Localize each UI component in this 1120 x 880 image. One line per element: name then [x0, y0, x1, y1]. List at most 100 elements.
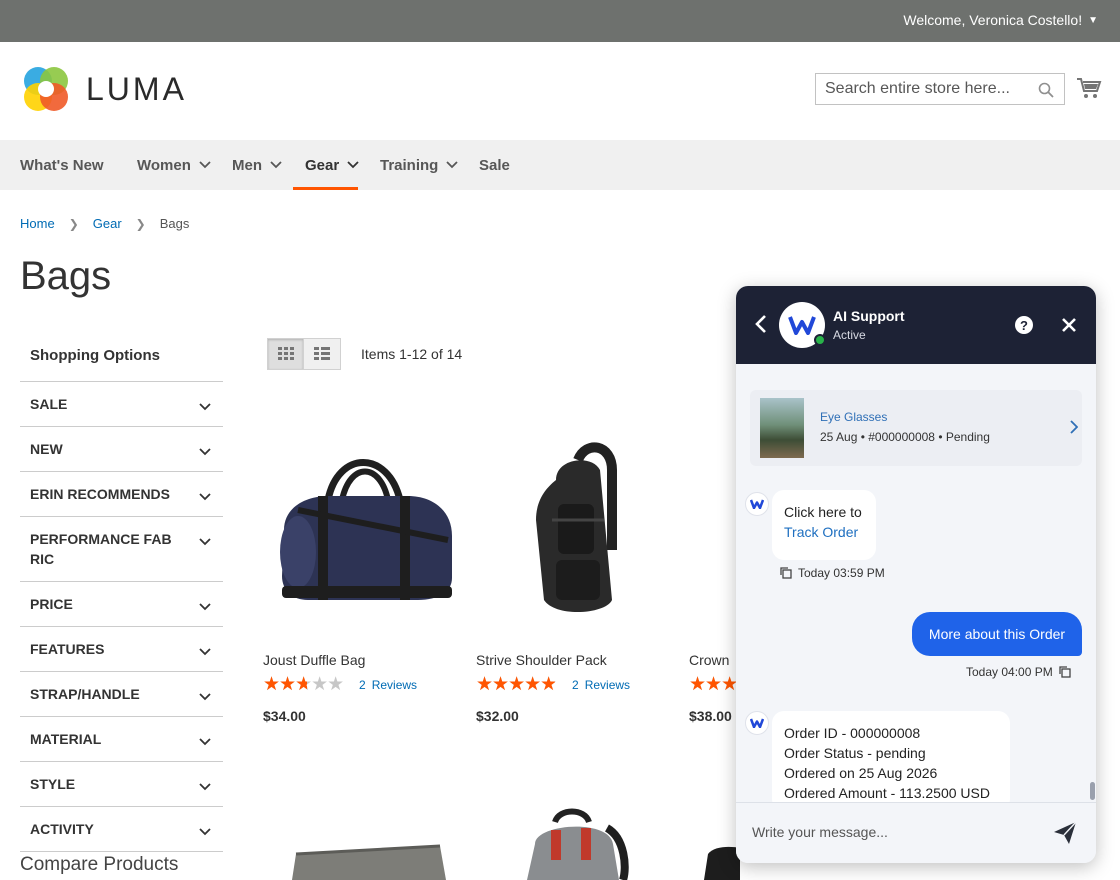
copy-icon[interactable] — [780, 567, 792, 579]
chevron-right-icon: ❯ — [135, 216, 146, 231]
rating-stars: ★★★★★ ★★★★★ — [263, 675, 351, 694]
timestamp-text: Today 03:59 PM — [798, 566, 885, 580]
product-item[interactable]: Joust Duffle Bag ★★★★★ ★★★★★ 2 Reviews $3… — [263, 410, 463, 724]
copy-icon[interactable] — [1059, 666, 1071, 678]
chat-messages[interactable]: Eye Glasses 25 Aug • #000000008 • Pendin… — [736, 364, 1096, 811]
nav-active-indicator — [293, 187, 358, 190]
shoulder-pack-image — [536, 442, 617, 613]
nav-item-men[interactable]: Men — [232, 140, 282, 190]
timestamp-text: Today 04:00 PM — [966, 665, 1053, 679]
message-input[interactable] — [752, 819, 1032, 845]
product-item[interactable]: Strive Shoulder Pack ★★★★★ ★★★★★ 2 Review… — [476, 410, 676, 724]
order-product-name[interactable]: Eye Glasses — [820, 410, 887, 424]
filter-label: ERIN RECOMMENDS — [30, 486, 171, 502]
filter-sale[interactable]: SALE — [20, 382, 223, 427]
chevron-right-icon[interactable] — [1070, 420, 1078, 434]
filter-label: ACTIVITY — [30, 821, 94, 837]
product-rating: ★★★★★ ★★★★★ 2 Reviews — [263, 675, 463, 694]
nav-label: Training — [380, 156, 439, 174]
chevron-down-icon — [347, 161, 359, 169]
logo[interactable]: LUMA — [20, 63, 187, 115]
message-timestamp: Today 04:00 PM — [966, 665, 1071, 679]
order-card[interactable]: Eye Glasses 25 Aug • #000000008 • Pendin… — [750, 390, 1082, 466]
scrollbar[interactable] — [1090, 782, 1095, 800]
main-nav: What's New Women Men Gear Training Sale — [0, 140, 1120, 190]
product-rating: ★★★★★ ★★★★★ 2 Reviews — [476, 675, 676, 694]
reviews-link[interactable]: 2 Reviews — [359, 678, 417, 692]
list-view-button[interactable] — [304, 338, 341, 370]
breadcrumb-current: Bags — [159, 216, 190, 231]
chevron-down-icon — [199, 688, 211, 704]
nav-item-gear[interactable]: Gear — [305, 140, 359, 190]
view-mode-switcher — [267, 338, 341, 370]
breadcrumb-gear[interactable]: Gear — [93, 216, 122, 231]
product-image[interactable] — [263, 410, 463, 640]
close-icon[interactable] — [1060, 316, 1078, 334]
send-icon[interactable] — [1052, 820, 1078, 846]
cart-icon[interactable] — [1076, 76, 1102, 100]
search-icon[interactable] — [1038, 82, 1054, 98]
chevron-down-icon — [199, 823, 211, 839]
chevron-down-icon — [199, 161, 211, 169]
nav-item-training[interactable]: Training — [380, 140, 458, 190]
filter-label: NEW — [30, 441, 63, 457]
page-title: Bags — [20, 254, 112, 298]
filter-features[interactable]: FEATURES — [20, 627, 223, 672]
reviews-link[interactable]: 2 Reviews — [572, 678, 630, 692]
chevron-down-icon — [199, 488, 211, 504]
items-count: Items 1-12 of 14 — [361, 346, 463, 362]
order-meta: 25 Aug • #000000008 • Pending — [820, 430, 990, 444]
back-arrow-icon[interactable] — [754, 314, 768, 334]
filter-style[interactable]: STYLE — [20, 762, 223, 807]
duffle-bag-image — [280, 459, 452, 600]
nav-label: Men — [232, 156, 262, 174]
online-status-dot — [814, 334, 826, 346]
stars-filled-icon: ★★★★★ — [263, 676, 307, 694]
chevron-down-icon: ▼ — [1088, 14, 1098, 26]
filter-material[interactable]: MATERIAL — [20, 717, 223, 762]
filter-erin-recommends[interactable]: ERIN RECOMMENDS — [20, 472, 223, 517]
sidebar: Shopping Options SALE NEW ERIN RECOMMEND… — [20, 338, 223, 852]
support-logo-icon — [750, 718, 764, 728]
chevron-down-icon — [199, 778, 211, 794]
messenger-bag-image[interactable] — [290, 840, 450, 880]
track-order-link[interactable]: Track Order — [784, 522, 864, 542]
product-name[interactable]: Strive Shoulder Pack — [476, 652, 676, 668]
chevron-down-icon — [199, 598, 211, 614]
message-text: Ordered on 25 Aug 2026 — [784, 765, 938, 781]
chevron-down-icon — [199, 643, 211, 659]
nav-label: Women — [137, 156, 191, 174]
bot-avatar — [745, 711, 769, 735]
customer-menu[interactable]: Welcome, Veronica Costello! ▼ — [903, 12, 1098, 28]
product-name[interactable]: Joust Duffle Bag — [263, 652, 463, 668]
chevron-down-icon — [199, 398, 211, 414]
help-icon[interactable]: ? — [1015, 316, 1033, 334]
filter-price[interactable]: PRICE — [20, 582, 223, 627]
filter-new[interactable]: NEW — [20, 427, 223, 472]
message-text: Order Status - pending — [784, 745, 926, 761]
filter-performance-fabric[interactable]: PERFORMANCE FABRIC — [20, 517, 223, 582]
support-logo-icon — [788, 316, 816, 335]
reviews-count: 2 — [572, 678, 579, 692]
search-input[interactable] — [816, 74, 1064, 104]
breadcrumb-home[interactable]: Home — [20, 216, 55, 231]
filter-label: STYLE — [30, 776, 76, 792]
chat-title: AI Support — [833, 308, 905, 324]
ai-support-chat: AI Support Active ? Eye Glasses 25 Aug •… — [736, 286, 1096, 863]
filter-label: PERFORMANCE FABRIC — [30, 531, 172, 567]
filter-activity[interactable]: ACTIVITY — [20, 807, 223, 852]
nav-item-women[interactable]: Women — [137, 140, 211, 190]
message-text: Click here to — [784, 504, 862, 520]
nav-label: What's New — [20, 156, 104, 174]
grid-view-button[interactable] — [267, 338, 304, 370]
message-text: Order ID - 000000008 — [784, 725, 921, 741]
duffle-bag-image[interactable] — [700, 840, 740, 880]
stars-filled-icon: ★★★★★ — [689, 676, 742, 694]
nav-item-whats-new[interactable]: What's New — [20, 140, 104, 190]
top-bar: Welcome, Veronica Costello! ▼ — [0, 0, 1120, 42]
backpack-image[interactable] — [515, 808, 630, 880]
breadcrumb: Home ❯ Gear ❯ Bags — [20, 216, 189, 231]
filter-strap-handle[interactable]: STRAP/HANDLE — [20, 672, 223, 717]
nav-item-sale[interactable]: Sale — [479, 140, 510, 190]
product-image[interactable] — [476, 410, 676, 640]
